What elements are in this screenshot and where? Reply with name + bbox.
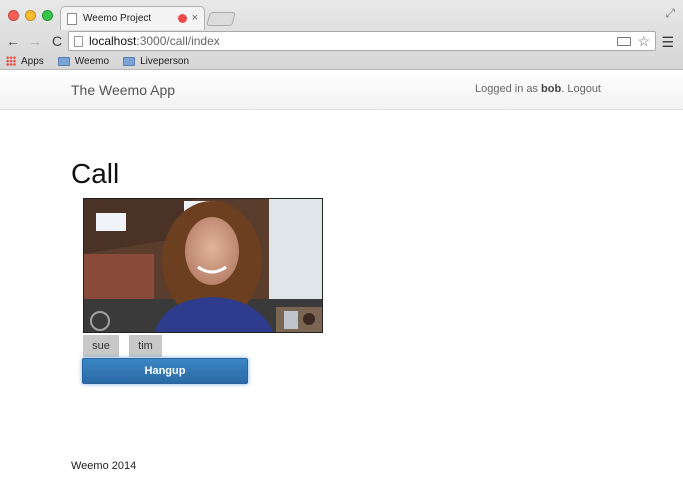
camera-icon[interactable]	[617, 36, 632, 46]
back-button[interactable]: ←	[4, 33, 22, 49]
browser-toolbar: ← → C localhost:3000/call/index ☆ ☰	[0, 30, 683, 52]
browser-menu-icon[interactable]: ☰	[661, 34, 674, 51]
folder-icon	[57, 56, 70, 66]
url-text[interactable]: localhost:3000/call/index	[89, 34, 617, 48]
bookmark-label: Apps	[21, 55, 44, 67]
zoom-window-button[interactable]	[42, 10, 53, 21]
page-icon	[67, 12, 77, 25]
tab-close-icon[interactable]: ×	[192, 13, 198, 24]
window-controls	[8, 10, 53, 21]
new-tab-button[interactable]	[206, 12, 236, 26]
call-user-tim-button[interactable]: tim	[129, 335, 162, 357]
close-window-button[interactable]	[8, 10, 19, 21]
bookmark-label: Liveperson	[140, 55, 189, 67]
forward-button[interactable]: →	[26, 33, 44, 49]
bookmarks-bar: Apps Weemo Liveperson	[0, 52, 683, 70]
fullscreen-icon[interactable]: ⤢	[665, 6, 675, 21]
video-stream[interactable]	[83, 198, 323, 333]
browser-tab[interactable]: Weemo Project ×	[60, 6, 205, 30]
username: bob	[541, 83, 562, 95]
logout-link[interactable]: Logout	[567, 83, 601, 95]
video-frame	[84, 199, 322, 332]
bookmark-apps[interactable]: Apps	[6, 56, 44, 67]
bookmark-liveperson[interactable]: Liveperson	[123, 56, 189, 67]
bookmark-weemo[interactable]: Weemo	[57, 55, 110, 67]
tab-title: Weemo Project	[83, 13, 152, 24]
reload-button[interactable]: C	[48, 33, 66, 49]
page-title: Call	[71, 158, 120, 189]
bookmark-label: Weemo	[74, 55, 110, 67]
folder-icon	[123, 56, 136, 66]
page-icon	[74, 35, 83, 47]
app-navbar: The Weemo App Logged in as bob. Logout	[0, 71, 683, 110]
address-bar[interactable]: localhost:3000/call/index ☆	[68, 31, 656, 51]
browser-chrome: Weemo Project × ⤢ ← → C localhost:3000/c…	[0, 0, 683, 70]
minimize-window-button[interactable]	[25, 10, 36, 21]
hangup-button[interactable]: Hangup	[82, 358, 248, 384]
footer-text: Weemo 2014	[71, 460, 137, 472]
call-user-sue-button[interactable]: sue	[83, 335, 119, 357]
apps-grid-icon	[6, 56, 16, 66]
login-status: Logged in as bob. Logout	[474, 83, 601, 95]
recording-icon	[177, 14, 187, 23]
bookmark-star-icon[interactable]: ☆	[637, 33, 650, 50]
brand-link[interactable]: The Weemo App	[71, 82, 175, 98]
